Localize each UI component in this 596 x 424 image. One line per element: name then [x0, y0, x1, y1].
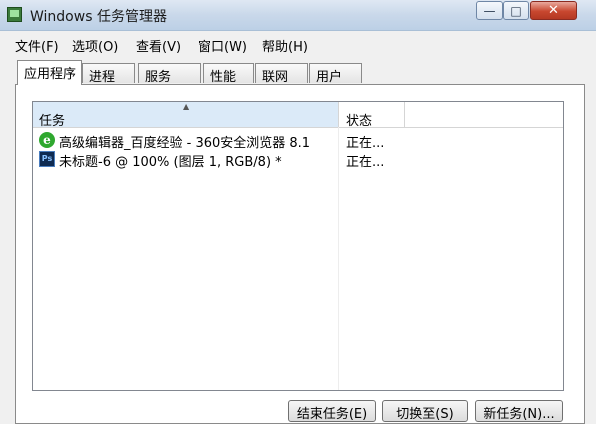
- tab-performance[interactable]: 性能: [203, 63, 254, 85]
- column-status-label: 状态: [346, 114, 373, 129]
- task-list[interactable]: ▲ 任务 状态 e 高级编辑器_百度经验 - 360安全浏览器 8.1 正在..…: [32, 101, 564, 391]
- ie-icon: e: [39, 132, 55, 148]
- switch-to-button[interactable]: 切换至(S): [382, 400, 468, 422]
- column-header-status[interactable]: 状态: [339, 102, 405, 129]
- column-task-label: 任务: [39, 114, 66, 129]
- maximize-button[interactable]: □: [503, 1, 529, 20]
- tab-applications[interactable]: 应用程序: [17, 60, 82, 85]
- menu-view[interactable]: 查看(V): [136, 36, 181, 55]
- tab-services[interactable]: 服务: [138, 63, 201, 85]
- list-item[interactable]: e 高级编辑器_百度经验 - 360安全浏览器 8.1 正在...: [33, 131, 563, 151]
- menu-window[interactable]: 窗口(W): [198, 36, 247, 55]
- menu-options[interactable]: 选项(O): [72, 36, 118, 55]
- menu-help[interactable]: 帮助(H): [262, 36, 308, 55]
- title-bar[interactable]: Windows 任务管理器 — □ ✕: [0, 0, 596, 31]
- tab-users[interactable]: 用户: [309, 63, 362, 85]
- menu-file[interactable]: 文件(F): [15, 36, 59, 55]
- close-button[interactable]: ✕: [530, 1, 577, 20]
- tab-processes[interactable]: 进程: [82, 63, 135, 85]
- list-item[interactable]: Ps 未标题-6 @ 100% (图层 1, RGB/8) * 正在...: [33, 150, 563, 170]
- tab-networking[interactable]: 联网: [255, 63, 308, 85]
- new-task-button[interactable]: 新任务(N)...: [475, 400, 563, 422]
- column-header-task[interactable]: ▲ 任务: [33, 102, 339, 129]
- task-name: 高级编辑器_百度经验 - 360安全浏览器 8.1: [59, 136, 311, 151]
- task-status: 正在...: [346, 155, 385, 170]
- task-status: 正在...: [346, 136, 385, 151]
- task-manager-icon: [7, 7, 22, 22]
- minimize-button[interactable]: —: [476, 1, 503, 20]
- menu-bar: 文件(F) 选项(O) 查看(V) 窗口(W) 帮助(H): [0, 31, 596, 55]
- end-task-button[interactable]: 结束任务(E): [288, 400, 376, 422]
- sort-ascending-icon: ▲: [183, 102, 190, 111]
- task-name: 未标题-6 @ 100% (图层 1, RGB/8) *: [59, 155, 282, 170]
- list-header: ▲ 任务 状态: [33, 102, 563, 129]
- maximize-icon: □: [510, 3, 522, 18]
- close-icon: ✕: [548, 3, 559, 18]
- window-title: Windows 任务管理器: [30, 9, 167, 25]
- photoshop-icon: Ps: [39, 151, 55, 167]
- minimize-icon: —: [483, 3, 496, 18]
